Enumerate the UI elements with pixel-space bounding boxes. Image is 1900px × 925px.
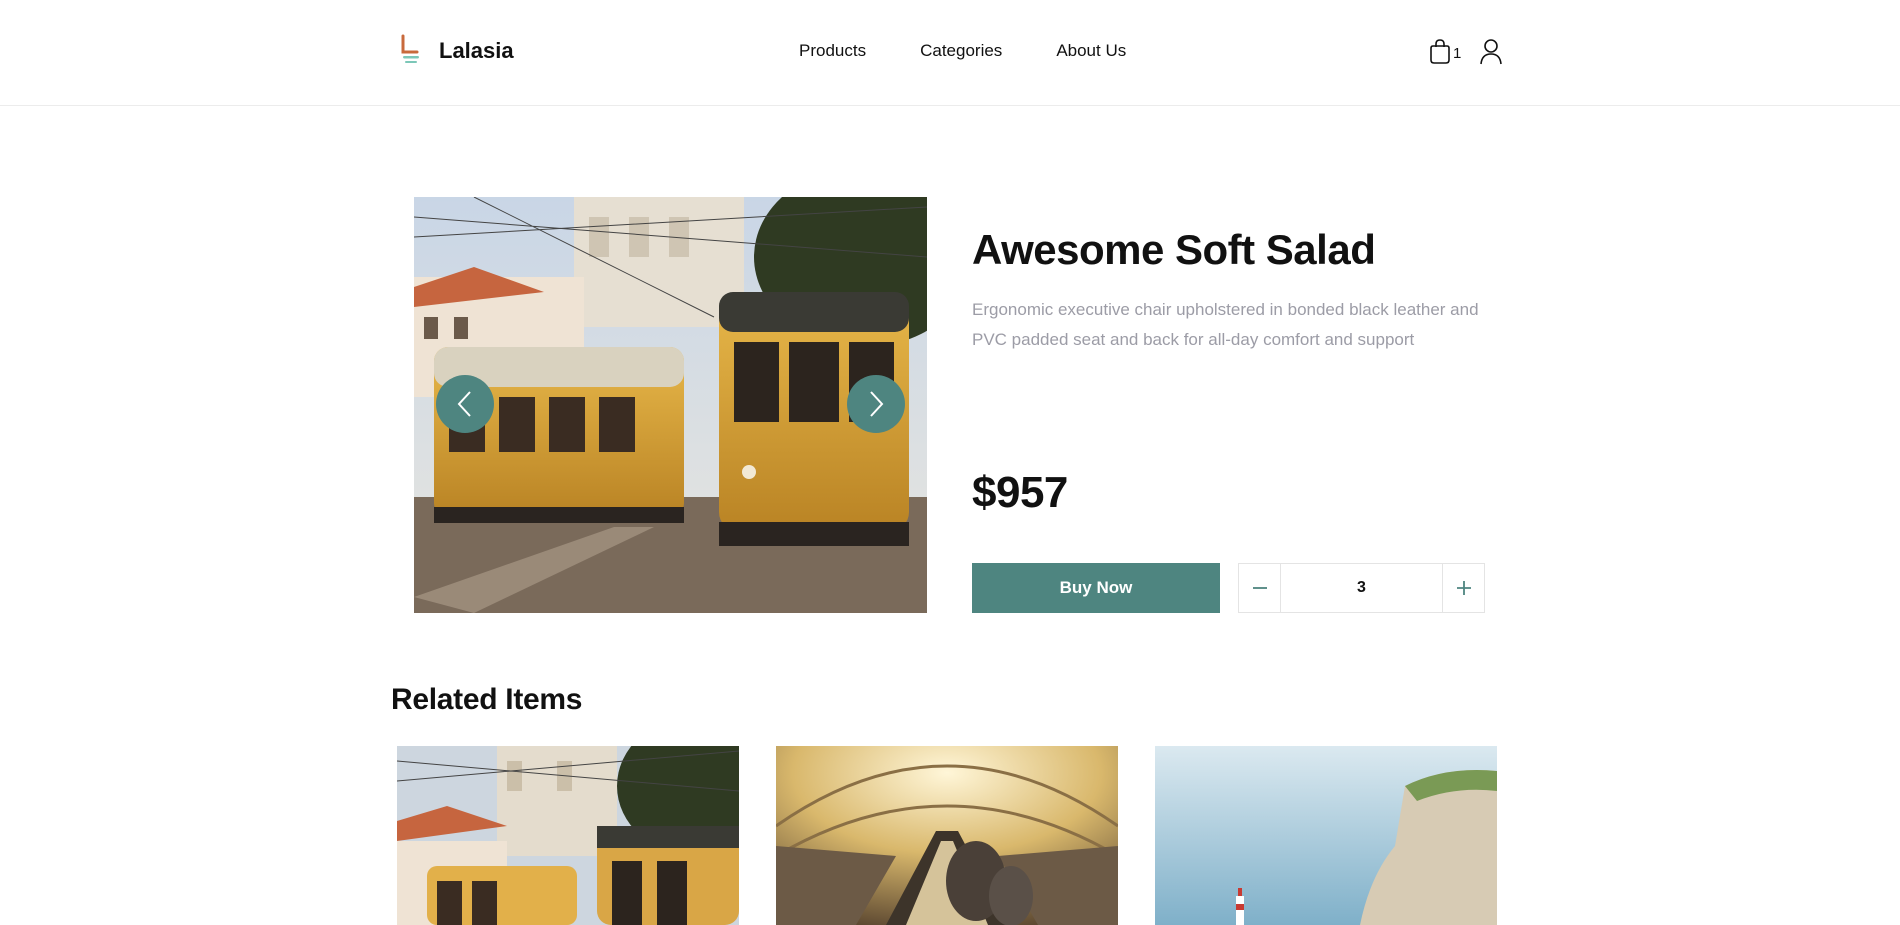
carousel-prev-button[interactable] — [436, 375, 494, 433]
minus-icon — [1252, 587, 1267, 589]
nav-item-categories[interactable]: Categories — [920, 41, 1002, 61]
product-image-carousel[interactable] — [414, 197, 927, 613]
related-item-card[interactable] — [776, 746, 1118, 925]
cart-count-badge: 1 — [1453, 45, 1462, 62]
chevron-left-icon — [457, 391, 471, 417]
cart-button[interactable] — [1428, 38, 1452, 71]
related-item-card[interactable] — [397, 746, 739, 925]
chair-logo-icon — [401, 34, 419, 63]
shopping-bag-icon — [1430, 39, 1450, 64]
related-item-card[interactable] — [1155, 746, 1497, 925]
quantity-value[interactable]: 3 — [1281, 564, 1442, 612]
user-account-button[interactable] — [1479, 38, 1503, 71]
main-nav: Products Categories About Us — [799, 41, 1180, 61]
quantity-stepper: 3 — [1238, 563, 1485, 613]
header-actions: 1 — [1428, 38, 1503, 71]
chevron-right-icon — [870, 391, 884, 417]
related-items-heading: Related Items — [391, 683, 583, 716]
user-icon — [1480, 39, 1503, 65]
carousel-next-button[interactable] — [847, 375, 905, 433]
brand-name: Lalasia — [439, 38, 514, 63]
related-item-image — [776, 746, 1118, 925]
product-price: $957 — [972, 468, 1068, 517]
nav-item-products[interactable]: Products — [799, 41, 866, 61]
product-title: Awesome Soft Salad — [972, 226, 1376, 273]
buy-now-button[interactable]: Buy Now — [972, 563, 1220, 613]
related-item-image — [397, 746, 739, 925]
decrease-quantity-button[interactable] — [1239, 564, 1281, 612]
site-header: Lalasia Products Categories About Us 1 — [0, 0, 1900, 106]
product-description: Ergonomic executive chair upholstered in… — [972, 300, 1479, 349]
increase-quantity-button[interactable] — [1442, 564, 1484, 612]
related-item-image — [1155, 746, 1497, 925]
nav-item-about-us[interactable]: About Us — [1056, 41, 1126, 61]
logo[interactable]: Lalasia — [397, 34, 514, 66]
plus-icon — [1456, 581, 1471, 595]
